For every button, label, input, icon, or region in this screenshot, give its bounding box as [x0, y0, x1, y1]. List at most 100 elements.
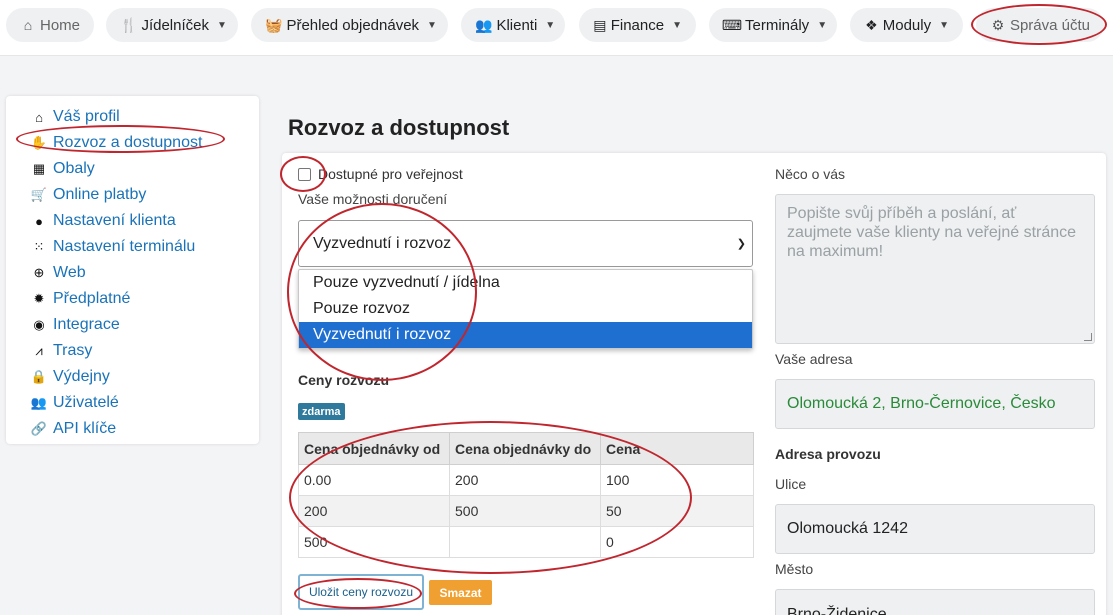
nav-clients[interactable]: 👥 Klienti ▼ — [461, 8, 565, 42]
home-icon: ⌂ — [23, 17, 33, 33]
sidebar-item-label: Nastavení terminálu — [53, 238, 196, 255]
delete-button[interactable]: Smazat — [429, 580, 492, 605]
sidebar-item-label: Obaly — [53, 160, 95, 177]
delivery-prices-title: Ceny rozvozu — [298, 372, 390, 388]
nav-terminals-label: Terminály — [745, 16, 810, 34]
gear-icon: ⚙ — [991, 16, 1005, 33]
nav-finance-label: Finance — [610, 16, 665, 34]
delivery-option-both[interactable]: Vyzvednutí i rozvoz — [299, 322, 752, 348]
table-row[interactable]: 200 500 50 — [298, 495, 754, 527]
table-row[interactable]: 500 0 — [298, 526, 754, 558]
chevron-down-icon: ▼ — [939, 19, 949, 31]
chevron-down-icon: ▼ — [545, 19, 556, 31]
sidebar-item-api-keys[interactable]: 🔗 API klíče — [6, 416, 259, 442]
sidebar-item-terminal-settings[interactable]: ⁙ Nastavení terminálu — [6, 234, 259, 260]
public-availability-row[interactable]: Dostupné pro veřejnost — [298, 166, 463, 182]
globe-africa-icon: ◉ — [33, 317, 45, 332]
nav-orders-label: Přehled objednávek — [286, 16, 420, 34]
column-header: Cena objednávky do — [449, 432, 601, 465]
link-icon: 🔗 — [30, 421, 48, 436]
cutlery-icon: 🍴 — [120, 16, 138, 33]
users-icon: 👥 — [30, 395, 48, 410]
nav-orders[interactable]: 🧺 Přehled objednávek ▼ — [251, 8, 448, 42]
resize-grip-icon[interactable] — [1084, 333, 1092, 341]
delivery-option-pickup[interactable]: Pouze vyzvednutí / jídelna — [299, 270, 752, 296]
table-row[interactable]: 0.00 200 100 — [298, 464, 754, 496]
sidebar-item-web[interactable]: ⊕ Web — [6, 260, 259, 286]
nav-modules[interactable]: ❖ Moduly ▼ — [850, 8, 963, 42]
delivery-hand-icon: ✋ — [30, 135, 48, 150]
sidebar-item-label: Web — [53, 264, 86, 281]
about-textarea[interactable]: Popište svůj příběh a poslání, ať zaujme… — [775, 194, 1095, 344]
sidebar-item-label: Uživatelé — [53, 394, 119, 411]
road-icon: ⩘ — [35, 343, 43, 358]
table-cell — [449, 526, 601, 558]
sidebar-item-packaging[interactable]: ▦ Obaly — [6, 156, 259, 182]
home-icon: ⌂ — [35, 109, 43, 125]
chevron-down-icon: ▼ — [427, 19, 437, 31]
user-icon: ● — [35, 213, 43, 229]
chevron-down-icon: ▼ — [672, 19, 682, 31]
delivery-options-dropdown: Pouze vyzvednutí / jídelna Pouze rozvoz … — [298, 269, 753, 349]
sidebar-item-payments[interactable]: 🛒 Online platby — [6, 182, 259, 208]
lock-icon: 🔒 — [30, 369, 48, 384]
page-title: Rozvoz a dostupnost — [288, 115, 510, 140]
sidebar-item-delivery[interactable]: ✋ Rozvoz a dostupnost — [6, 130, 259, 156]
table-header-row: Cena objednávky od Cena objednávky do Ce… — [298, 432, 754, 465]
sidebar-item-routes[interactable]: ⩘ Trasy — [6, 338, 259, 364]
basket-icon: 🧺 — [265, 16, 283, 33]
operation-address-title: Adresa provozu — [775, 446, 881, 462]
keyboard-icon: ⌨ — [721, 16, 743, 33]
address-field[interactable]: Olomoucká 2, Brno-Černovice, Česko — [775, 379, 1095, 429]
sidebar: ⌂ Váš profil ✋ Rozvoz a dostupnost ▦ Oba… — [6, 96, 259, 444]
sidebar-item-label: Nastavení klienta — [53, 212, 176, 229]
cash-register-icon: ▤ — [593, 16, 607, 33]
street-field[interactable]: Olomoucká 1242 — [775, 504, 1095, 554]
public-availability-label: Dostupné pro veřejnost — [318, 166, 463, 182]
sidebar-item-label: Výdejny — [53, 368, 110, 385]
city-field[interactable]: Brno-Židenice — [775, 589, 1095, 615]
free-badge: zdarma — [298, 403, 345, 420]
sidebar-item-label: Online platby — [53, 186, 147, 203]
city-label: Město — [775, 561, 814, 577]
chevron-down-icon: ▼ — [817, 19, 828, 31]
delivery-options-select[interactable]: Vyzvednutí i rozvoz ❯ — [298, 220, 753, 267]
delivery-option-delivery[interactable]: Pouze rozvoz — [299, 296, 752, 322]
sidebar-item-pickup-points[interactable]: 🔒 Výdejny — [6, 364, 259, 390]
sidebar-item-users[interactable]: 👥 Uživatelé — [6, 390, 259, 416]
city-value: Brno-Židenice — [787, 606, 887, 615]
public-availability-checkbox[interactable] — [298, 167, 311, 181]
sidebar-item-subscription[interactable]: ✹ Předplatné — [6, 286, 259, 312]
top-navbar: ⌂ Home 🍴 Jídelníček ▼ 🧺 Přehled objednáv… — [0, 0, 1113, 56]
about-label: Něco o vás — [775, 166, 846, 182]
save-prices-button[interactable]: Uložit ceny rozvozu — [298, 574, 424, 610]
table-cell: 100 — [600, 464, 754, 496]
column-header: Cena — [600, 432, 754, 465]
nav-account-label: Správa účtu — [1009, 16, 1090, 34]
address-value: Olomoucká 2, Brno-Černovice, Česko — [787, 395, 1056, 412]
globe-icon: ⊕ — [33, 265, 45, 280]
sidebar-item-label: Váš profil — [53, 108, 120, 125]
street-label: Ulice — [775, 476, 807, 492]
cart-icon: 🛒 — [30, 187, 48, 202]
table-cell: 200 — [449, 464, 601, 496]
sidebar-item-label: API klíče — [53, 420, 117, 437]
sidebar-item-label: Trasy — [53, 342, 93, 359]
sidebar-item-profile[interactable]: ⌂ Váš profil — [6, 104, 259, 130]
nav-account[interactable]: ⚙ Správa účtu — [976, 8, 1104, 42]
nav-menu[interactable]: 🍴 Jídelníček ▼ — [106, 8, 238, 42]
sidebar-item-integration[interactable]: ◉ Integrace — [6, 312, 259, 338]
nav-terminals[interactable]: ⌨ Terminály ▼ — [709, 8, 837, 42]
table-cell: 500 — [449, 495, 601, 527]
table-cell: 0.00 — [298, 464, 450, 496]
sidebar-item-label: Předplatné — [53, 290, 131, 307]
table-cell: 0 — [600, 526, 754, 558]
nav-home[interactable]: ⌂ Home — [6, 8, 94, 42]
sidebar-item-client-settings[interactable]: ● Nastavení klienta — [6, 208, 259, 234]
nav-finance[interactable]: ▤ Finance ▼ — [579, 8, 696, 42]
nav-clients-label: Klienti — [496, 16, 538, 34]
sidebar-item-label: Integrace — [53, 316, 120, 333]
table-cell: 200 — [298, 495, 450, 527]
delivery-prices-table: Cena objednávky od Cena objednávky do Ce… — [298, 432, 754, 558]
certificate-icon: ✹ — [33, 291, 45, 306]
